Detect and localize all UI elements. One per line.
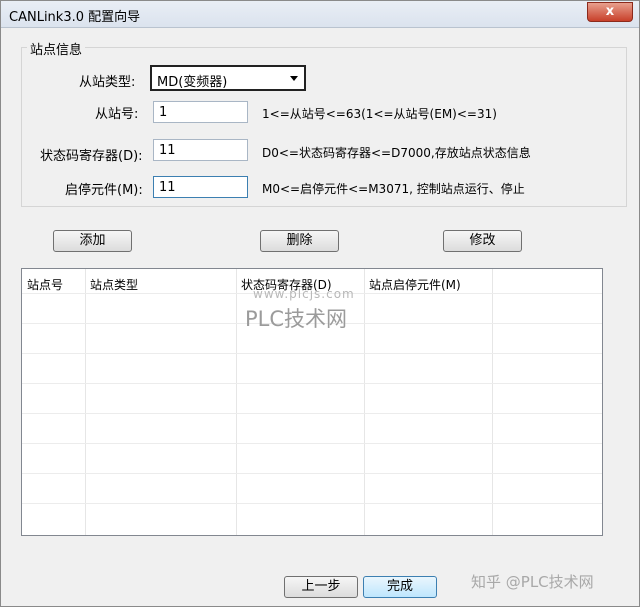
slave-type-select[interactable]: MD(变频器) <box>150 65 306 91</box>
status-reg-input[interactable] <box>153 139 248 161</box>
add-button[interactable]: 添加 <box>53 230 132 252</box>
delete-button[interactable]: 删除 <box>260 230 339 252</box>
row-divider <box>22 383 602 384</box>
column-divider <box>364 269 365 535</box>
row-divider <box>22 473 602 474</box>
station-info-group-title: 站点信息 <box>27 39 86 58</box>
slave-no-input[interactable] <box>153 101 248 123</box>
row-divider <box>22 413 602 414</box>
column-header-station-no[interactable]: 站点号 <box>27 276 63 293</box>
column-divider <box>85 269 86 535</box>
close-icon: x <box>605 4 615 19</box>
window-title: CANLink3.0 配置向导 <box>9 10 141 25</box>
row-divider <box>22 443 602 444</box>
config-wizard-window: CANLink3.0 配置向导 x 站点信息 从站类型: MD(变频器) 从站号… <box>0 0 640 607</box>
status-reg-hint: D0<=状态码寄存器<=D7000,存放站点状态信息 <box>262 146 531 160</box>
watermark-brand: PLC技术网 <box>245 307 348 331</box>
finish-button[interactable]: 完成 <box>363 576 437 598</box>
slave-type-value: MD(变频器) <box>157 75 228 90</box>
title-bar: CANLink3.0 配置向导 x <box>1 1 639 28</box>
chevron-down-icon <box>290 76 298 81</box>
modify-button[interactable]: 修改 <box>443 230 522 252</box>
start-elem-hint: M0<=启停元件<=M3071, 控制站点运行、停止 <box>262 182 525 196</box>
row-divider <box>22 353 602 354</box>
column-header-station-type[interactable]: 站点类型 <box>90 276 138 293</box>
slave-type-label: 从站类型: <box>79 75 136 90</box>
start-elem-label: 启停元件(M): <box>65 183 143 198</box>
prev-button[interactable]: 上一步 <box>284 576 358 598</box>
start-elem-input[interactable] <box>153 176 248 198</box>
column-divider <box>236 269 237 535</box>
row-divider <box>22 503 602 504</box>
watermark-url: www.plcjs.com <box>253 287 355 301</box>
slave-no-hint: 1<=从站号<=63(1<=从站号(EM)<=31) <box>262 107 497 121</box>
column-header-start-elem[interactable]: 站点启停元件(M) <box>369 276 461 293</box>
column-divider <box>492 269 493 535</box>
close-button[interactable]: x <box>587 2 633 22</box>
status-reg-label: 状态码寄存器(D): <box>40 149 143 164</box>
slave-no-label: 从站号: <box>95 107 139 122</box>
watermark-zhihu: 知乎 @PLC技术网 <box>471 573 594 591</box>
